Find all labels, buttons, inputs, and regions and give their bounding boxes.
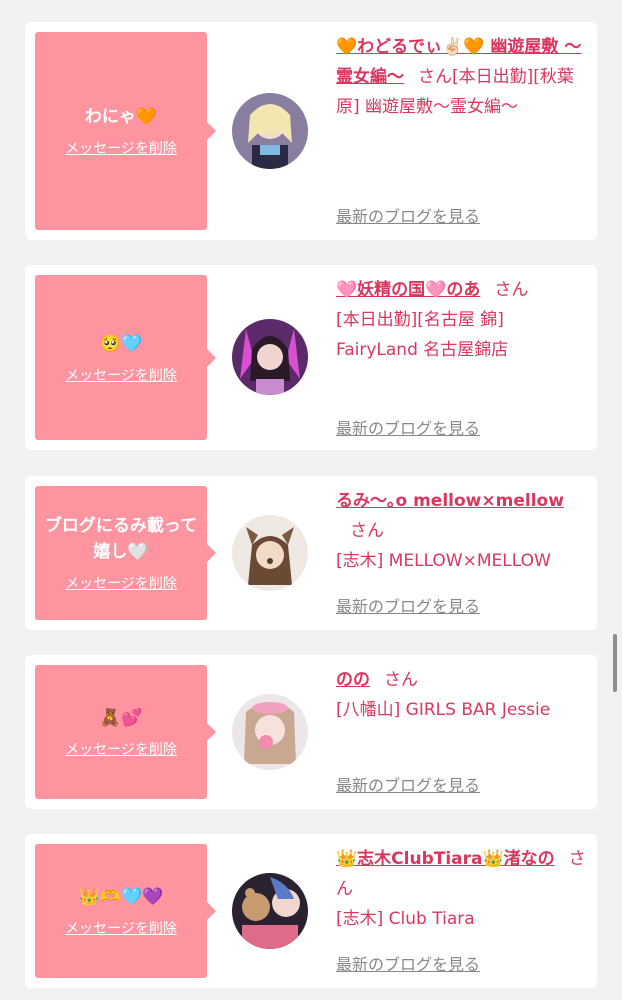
girl-info: 🧡わどるでぃ✌🏻🧡 幽遊屋敷 〜霊女編〜 さん[本日出勤][秋葉原] 幽遊屋敷〜霊… — [336, 32, 591, 122]
message-card: 🥺🩵 メッセージを削除 🩷妖精の国🩷のあ さん [本日出勤][名古屋 錦] Fair… — [25, 265, 597, 450]
message-bubble: 🥺🩵 メッセージを削除 — [35, 275, 216, 440]
delete-message-link[interactable]: メッセージを削除 — [65, 365, 177, 385]
delete-message-link[interactable]: メッセージを削除 — [65, 138, 177, 158]
honorific: さん — [350, 521, 384, 541]
message-card: わにゃ🧡 メッセージを削除 🧡わどるでぃ✌🏻🧡 幽遊屋敷 〜霊女編〜 さん[本日出… — [25, 22, 597, 240]
girl-name-link[interactable]: 🩷妖精の国🩷のあ — [336, 280, 480, 300]
girl-info: 👑志木ClubTiara👑渚なの さん [志木] Club Tiara — [336, 844, 591, 934]
message-bubble: 🧸💕 メッセージを削除 — [35, 665, 216, 799]
girl-info: のの さん [八幡山] GIRLS BAR Jessie — [336, 665, 591, 725]
scrollbar[interactable] — [613, 634, 617, 692]
avatar-photo — [232, 319, 308, 395]
delete-message-link[interactable]: メッセージを削除 — [65, 918, 177, 938]
shop-info: [八幡山] GIRLS BAR Jessie — [336, 700, 551, 720]
girl-info: 🩷妖精の国🩷のあ さん [本日出勤][名古屋 錦] FairyLand 名古屋錦店 — [336, 275, 591, 365]
shop-info: [志木] Club Tiara — [336, 909, 475, 929]
avatar[interactable] — [232, 694, 308, 770]
latest-blog-link[interactable]: 最新のブログを見る — [336, 772, 480, 796]
message-card: 🧸💕 メッセージを削除 のの さん [八幡山] GIRLS BAR Jessie 最… — [25, 655, 597, 809]
avatar[interactable] — [232, 873, 308, 949]
delete-message-link[interactable]: メッセージを削除 — [65, 573, 177, 593]
message-text: わにゃ🧡 — [84, 107, 158, 127]
avatar[interactable] — [232, 319, 308, 395]
message-text: 👑🫶🩵💜 — [78, 887, 164, 907]
message-text: 🧸💕 — [99, 708, 143, 728]
message-card: 👑🫶🩵💜 メッセージを削除 👑志木ClubTiara👑渚なの さん [志木] Clu… — [25, 834, 597, 988]
message-text: 🥺🩵 — [99, 333, 143, 354]
honorific: さん — [418, 67, 452, 87]
avatar-photo — [232, 515, 308, 591]
delete-message-link[interactable]: メッセージを削除 — [65, 739, 177, 759]
message-bubble: ブログにるみ載って嬉し🤍 メッセージを削除 — [35, 486, 216, 620]
latest-blog-link[interactable]: 最新のブログを見る — [336, 415, 480, 439]
girl-name-link[interactable]: 👑志木ClubTiara👑渚なの — [336, 849, 555, 869]
shop-info: [志木] MELLOW×MELLOW — [336, 551, 551, 571]
latest-blog-link[interactable]: 最新のブログを見る — [336, 593, 480, 617]
shop-info: [本日出勤][名古屋 錦] FairyLand 名古屋錦店 — [336, 310, 509, 360]
message-bubble: 👑🫶🩵💜 メッセージを削除 — [35, 844, 216, 978]
avatar[interactable] — [232, 93, 308, 169]
girl-info: るみ〜｡o mellow×mellow さん [志木] MELLOW×MELLOW — [336, 486, 591, 576]
honorific: さん — [384, 670, 418, 690]
latest-blog-link[interactable]: 最新のブログを見る — [336, 203, 480, 227]
message-bubble: わにゃ🧡 メッセージを削除 — [35, 32, 216, 230]
message-card: ブログにるみ載って嬉し🤍 メッセージを削除 るみ〜｡o mellow×mello… — [25, 476, 597, 630]
avatar[interactable] — [232, 515, 308, 591]
avatar-photo — [232, 93, 308, 169]
latest-blog-link[interactable]: 最新のブログを見る — [336, 951, 480, 975]
girl-name-link[interactable]: るみ〜｡o mellow×mellow — [336, 491, 564, 511]
girl-name-link[interactable]: のの — [336, 670, 370, 690]
honorific: さん — [494, 280, 529, 300]
avatar-photo — [232, 694, 308, 770]
message-text: ブログにるみ載って嬉し🤍 — [44, 516, 198, 562]
avatar-photo — [232, 873, 308, 949]
